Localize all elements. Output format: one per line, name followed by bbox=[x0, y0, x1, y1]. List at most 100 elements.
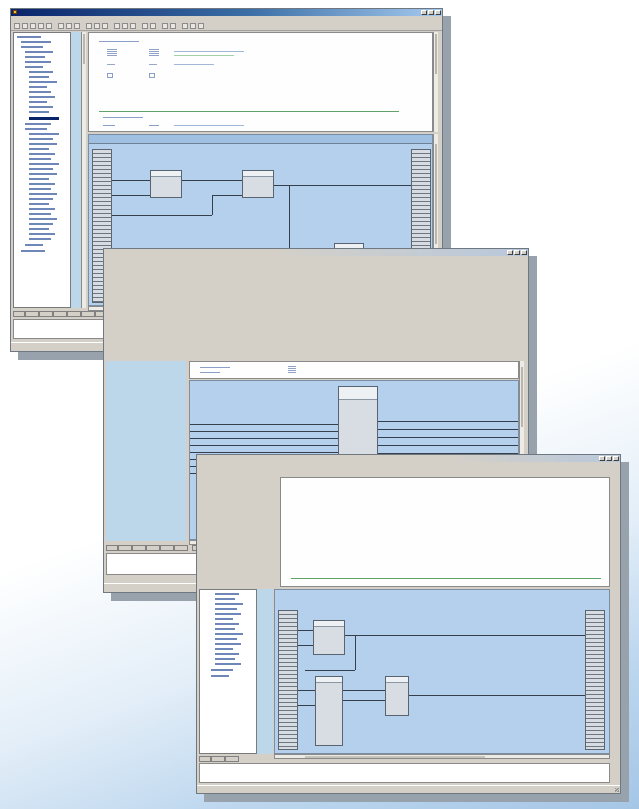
toolbar-button-icon[interactable] bbox=[190, 23, 196, 29]
tree-item[interactable] bbox=[215, 613, 241, 615]
tree-item[interactable] bbox=[29, 106, 53, 108]
toolbar-button-icon[interactable] bbox=[30, 23, 36, 29]
function-block[interactable] bbox=[385, 676, 409, 716]
close-icon[interactable] bbox=[613, 456, 619, 461]
tree-item[interactable] bbox=[21, 250, 45, 252]
tree-item[interactable] bbox=[215, 633, 243, 635]
tree-item[interactable] bbox=[25, 51, 53, 53]
resize-grip-icon[interactable] bbox=[615, 788, 619, 792]
tree-item[interactable] bbox=[29, 213, 51, 215]
tree-item[interactable] bbox=[29, 76, 49, 78]
diagram-hscrollbar[interactable] bbox=[274, 754, 610, 759]
toolbar-button-icon[interactable] bbox=[114, 23, 120, 29]
tab[interactable] bbox=[53, 311, 67, 317]
tab[interactable] bbox=[146, 545, 160, 551]
tree-item[interactable] bbox=[29, 193, 57, 195]
tree-item[interactable] bbox=[25, 244, 43, 246]
tree-item[interactable] bbox=[215, 593, 239, 595]
tree-item[interactable] bbox=[29, 148, 49, 150]
tree-item[interactable] bbox=[29, 91, 51, 93]
tree-item[interactable] bbox=[25, 66, 43, 68]
tab[interactable] bbox=[81, 311, 95, 317]
tree-item[interactable] bbox=[29, 238, 51, 240]
toolbar-button-icon[interactable] bbox=[102, 23, 108, 29]
tree-item[interactable] bbox=[21, 46, 43, 48]
tree-item[interactable] bbox=[25, 56, 45, 58]
tree-item[interactable] bbox=[29, 96, 55, 98]
tree-item[interactable] bbox=[29, 168, 53, 170]
tree-item[interactable] bbox=[215, 608, 237, 610]
tree-item[interactable] bbox=[29, 71, 53, 73]
toolbar-button-icon[interactable] bbox=[22, 23, 28, 29]
tree-item[interactable] bbox=[29, 81, 57, 83]
tree-item[interactable] bbox=[215, 603, 243, 605]
toolbar-button-icon[interactable] bbox=[14, 23, 20, 29]
function-block-diagram[interactable] bbox=[274, 589, 610, 754]
tree-item[interactable] bbox=[29, 138, 53, 140]
tree-scrollbar[interactable] bbox=[81, 32, 86, 308]
toolbar-button-icon[interactable] bbox=[46, 23, 52, 29]
tree-item[interactable] bbox=[29, 101, 47, 103]
tree-item[interactable] bbox=[215, 618, 233, 620]
tab[interactable] bbox=[211, 756, 225, 762]
tree-item[interactable] bbox=[29, 183, 55, 185]
maximize-icon[interactable] bbox=[514, 250, 520, 255]
tab[interactable] bbox=[118, 545, 132, 551]
toolbar-button-icon[interactable] bbox=[86, 23, 92, 29]
tree-item[interactable] bbox=[215, 598, 235, 600]
maximize-icon[interactable] bbox=[428, 10, 434, 15]
tree-item[interactable] bbox=[215, 653, 239, 655]
project-tree[interactable] bbox=[13, 32, 71, 308]
toolbar-button-icon[interactable] bbox=[198, 23, 204, 29]
tree-item[interactable] bbox=[21, 41, 51, 43]
toolbar-button-icon[interactable] bbox=[170, 23, 176, 29]
tab[interactable] bbox=[174, 545, 188, 551]
tab[interactable] bbox=[25, 311, 39, 317]
tree-item[interactable] bbox=[29, 173, 57, 175]
toolbar-button-icon[interactable] bbox=[94, 23, 100, 29]
tab[interactable] bbox=[39, 311, 53, 317]
tree-item[interactable] bbox=[215, 643, 241, 645]
toolbar-button-icon[interactable] bbox=[130, 23, 136, 29]
title-bar[interactable] bbox=[11, 9, 442, 16]
toolbar-button-icon[interactable] bbox=[74, 23, 80, 29]
tree-item[interactable] bbox=[29, 163, 59, 165]
minimize-icon[interactable] bbox=[599, 456, 605, 461]
toolbar-button-icon[interactable] bbox=[38, 23, 44, 29]
toolbar-button-icon[interactable] bbox=[122, 23, 128, 29]
function-block[interactable] bbox=[313, 620, 345, 655]
tree-item[interactable] bbox=[29, 198, 53, 200]
tab[interactable] bbox=[13, 311, 25, 317]
toolbar-button-icon[interactable] bbox=[162, 23, 168, 29]
tree-item[interactable] bbox=[29, 178, 49, 180]
minimize-icon[interactable] bbox=[421, 10, 427, 15]
tree-item[interactable] bbox=[29, 203, 49, 205]
output-window[interactable] bbox=[199, 763, 610, 783]
tree-item[interactable] bbox=[215, 663, 241, 665]
tab[interactable] bbox=[199, 756, 211, 762]
tree-item[interactable] bbox=[211, 669, 233, 671]
close-icon[interactable] bbox=[521, 250, 527, 255]
tree-item[interactable] bbox=[25, 61, 51, 63]
tree-item[interactable] bbox=[215, 628, 235, 630]
tree-item[interactable] bbox=[29, 228, 49, 230]
toolbar-button-icon[interactable] bbox=[66, 23, 72, 29]
tree-item[interactable] bbox=[29, 218, 57, 220]
tree-item[interactable] bbox=[29, 233, 55, 235]
minimize-icon[interactable] bbox=[507, 250, 513, 255]
toolbar-button-icon[interactable] bbox=[142, 23, 148, 29]
function-block[interactable] bbox=[150, 170, 182, 198]
toolbar-button-icon[interactable] bbox=[182, 23, 188, 29]
tab[interactable] bbox=[67, 311, 81, 317]
tree-item[interactable] bbox=[215, 623, 239, 625]
tree-item[interactable] bbox=[29, 133, 59, 135]
tree-item-selected[interactable] bbox=[29, 117, 59, 120]
tree-item[interactable] bbox=[215, 648, 233, 650]
tree-item[interactable] bbox=[29, 111, 49, 113]
tab[interactable] bbox=[160, 545, 174, 551]
toolbar-button-icon[interactable] bbox=[150, 23, 156, 29]
tree-item[interactable] bbox=[29, 86, 47, 88]
toolbar-button-icon[interactable] bbox=[58, 23, 64, 29]
tree-item[interactable] bbox=[215, 658, 235, 660]
tree-item[interactable] bbox=[29, 158, 51, 160]
